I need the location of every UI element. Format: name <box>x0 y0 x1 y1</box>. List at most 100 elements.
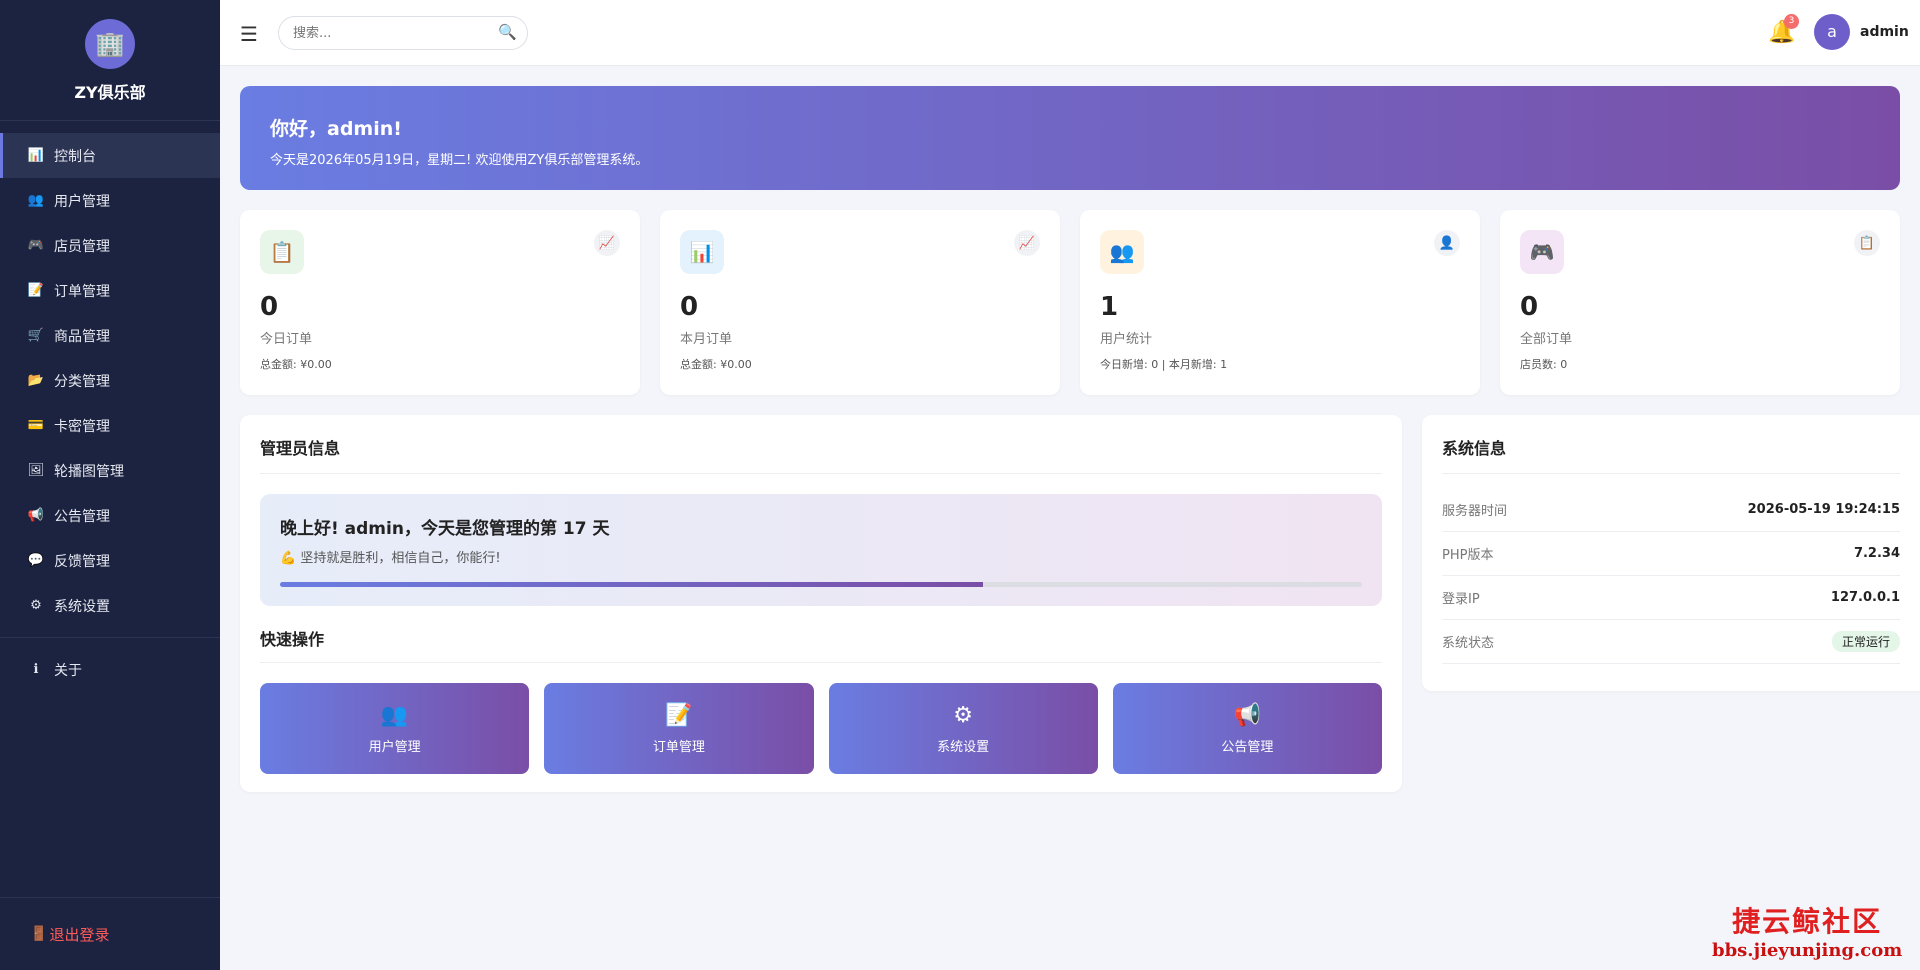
chart-icon: 📊 <box>27 148 45 163</box>
quick-actions-title: 快速操作 <box>260 626 1382 663</box>
greeting-card: 晚上好! admin，今天是您管理的第 17 天 💪 坚持就是胜利，相信自己，你… <box>260 494 1382 606</box>
gamepad-icon: 🎮 <box>1520 230 1564 274</box>
welcome-title: 你好，admin! <box>270 118 402 140</box>
status-badge: 正常运行 <box>1831 631 1900 652</box>
users-icon: 👥 <box>27 193 45 208</box>
sidebar-item-feedback[interactable]: 💬 反馈管理 <box>0 538 220 583</box>
sidebar-item-label: 反馈管理 <box>54 553 110 570</box>
brand-name: ZY俱乐部 <box>74 83 146 102</box>
door-icon: 🚪 <box>30 926 48 942</box>
stat-value: 1 <box>1100 292 1119 322</box>
watermark-title: 捷云鲸社区 <box>1732 905 1883 938</box>
row-key: PHP版本 <box>1442 548 1494 563</box>
search-icon[interactable]: 🔍 <box>498 23 517 41</box>
sidebar-item-staff[interactable]: 🎮 店员管理 <box>0 223 220 268</box>
bar-chart-icon: 📊 <box>680 230 724 274</box>
stat-card-users: 👥 👤 1 用户统计 今日新增: 0 | 本月新增: 1 <box>1080 210 1480 395</box>
sidebar-item-products[interactable]: 🛒 商品管理 <box>0 313 220 358</box>
brand: 🏢 ZY俱乐部 <box>0 0 220 121</box>
system-info-list: 服务器时间 2026-05-19 19:24:15 PHP版本 7.2.34 登… <box>1442 488 1900 664</box>
sidebar-item-label: 关于 <box>54 662 82 679</box>
cart-icon: 🛒 <box>27 328 45 343</box>
system-row-server-time: 服务器时间 2026-05-19 19:24:15 <box>1442 488 1900 532</box>
quick-users-button[interactable]: 👥 用户管理 <box>260 683 530 774</box>
quick-actions: 👥 用户管理 📝 订单管理 ⚙ 系统设置 📢 公告管理 <box>260 683 1382 774</box>
sidebar-item-users[interactable]: 👥 用户管理 <box>0 178 220 223</box>
quick-action-label: 用户管理 <box>368 739 421 755</box>
username[interactable]: admin <box>1860 24 1909 40</box>
memo-icon: 📝 <box>665 702 693 728</box>
progress-bar <box>280 582 1362 587</box>
sidebar: 🏢 ZY俱乐部 📊 控制台 👥 用户管理 🎮 店员管理 📝 订单管理 🛒 商品管… <box>0 0 220 970</box>
stat-label: 用户统计 <box>1100 332 1153 347</box>
sidebar-item-categories[interactable]: 📂 分类管理 <box>0 358 220 403</box>
welcome-banner: 你好，admin! 今天是2026年05月19日，星期二! 欢迎使用ZY俱乐部管… <box>240 86 1900 190</box>
sidebar-item-settings[interactable]: ⚙ 系统设置 <box>0 583 220 628</box>
sidebar-item-dashboard[interactable]: 📊 控制台 <box>0 133 220 178</box>
row-key: 服务器时间 <box>1442 504 1508 519</box>
picture-icon: 🖼 <box>27 463 45 478</box>
user-icon: 👤 <box>1434 230 1460 256</box>
stat-value: 0 <box>260 292 279 322</box>
quick-announcements-button[interactable]: 📢 公告管理 <box>1112 683 1382 774</box>
trend-up-icon: 📈 <box>1014 230 1040 256</box>
notification-badge: 3 <box>1784 14 1799 29</box>
sidebar-nav: 📊 控制台 👥 用户管理 🎮 店员管理 📝 订单管理 🛒 商品管理 📂 分类管理… <box>0 121 220 692</box>
trend-up-icon: 📈 <box>594 230 620 256</box>
row-key: 系统状态 <box>1442 636 1495 651</box>
memo-icon: 📝 <box>27 283 45 298</box>
quick-action-label: 公告管理 <box>1221 739 1274 755</box>
stat-card-all-orders: 🎮 📋 0 全部订单 店员数: 0 <box>1500 210 1900 395</box>
sidebar-item-orders[interactable]: 📝 订单管理 <box>0 268 220 313</box>
quick-orders-button[interactable]: 📝 订单管理 <box>544 683 814 774</box>
sidebar-item-label: 分类管理 <box>54 373 110 390</box>
sidebar-item-label: 轮播图管理 <box>54 463 124 480</box>
progress-fill <box>280 582 984 587</box>
stat-value: 0 <box>680 292 699 322</box>
stat-subtext: 总金额: ¥0.00 <box>260 358 332 371</box>
motto: 💪 坚持就是胜利，相信自己，你能行! <box>280 547 1362 566</box>
sidebar-item-about[interactable]: ℹ 关于 <box>0 647 220 692</box>
info-icon: ℹ <box>33 662 39 677</box>
topbar: ☰ 🔍 🔔 3 a admin <box>220 0 1920 66</box>
menu-toggle-icon[interactable]: ☰ <box>240 22 258 46</box>
logout-button[interactable]: 🚪 退出登录 <box>0 897 220 970</box>
stat-card-month-orders: 📊 📈 0 本月订单 总金额: ¥0.00 <box>660 210 1060 395</box>
stat-subtext: 今日新增: 0 | 本月新增: 1 <box>1100 358 1228 371</box>
quick-action-label: 订单管理 <box>652 739 705 755</box>
megaphone-icon: 📢 <box>1233 702 1262 728</box>
sidebar-item-label: 店员管理 <box>54 238 110 255</box>
row-key: 登录IP <box>1442 592 1480 607</box>
row-value: 2026-05-19 19:24:15 <box>1747 502 1900 517</box>
stat-label: 今日订单 <box>260 332 313 347</box>
gamepad-icon: 🎮 <box>27 238 45 253</box>
sidebar-item-announcements[interactable]: 📢 公告管理 <box>0 493 220 538</box>
system-info-panel: 系统信息 服务器时间 2026-05-19 19:24:15 PHP版本 7.2… <box>1422 415 1920 691</box>
stat-value: 0 <box>1520 292 1539 322</box>
panel-title: 管理员信息 <box>260 435 1382 474</box>
stat-label: 全部订单 <box>1520 332 1573 347</box>
credit-card-icon: 💳 <box>27 418 45 433</box>
clipboard-icon: 📋 <box>260 230 304 274</box>
flexed-arm-icon: 💪 <box>280 551 297 566</box>
motto-text: 坚持就是胜利，相信自己，你能行! <box>300 551 501 566</box>
gear-icon: ⚙ <box>30 598 42 613</box>
sidebar-item-carousel[interactable]: 🖼 轮播图管理 <box>0 448 220 493</box>
stat-card-today-orders: 📋 📈 0 今日订单 总金额: ¥0.00 <box>240 210 640 395</box>
search-input[interactable] <box>279 17 479 49</box>
watermark-url: bbs.jieyunjing.com <box>1712 940 1903 961</box>
sidebar-item-label: 系统设置 <box>54 598 110 615</box>
sidebar-item-label: 公告管理 <box>54 508 110 525</box>
users-icon: 👥 <box>1100 230 1144 274</box>
gear-icon: ⚙ <box>953 702 973 728</box>
sidebar-item-cards[interactable]: 💳 卡密管理 <box>0 403 220 448</box>
stat-label: 本月订单 <box>680 332 733 347</box>
sidebar-item-label: 控制台 <box>54 148 96 165</box>
avatar[interactable]: a <box>1814 14 1850 50</box>
system-row-login-ip: 登录IP 127.0.0.1 <box>1442 576 1900 620</box>
sidebar-item-label: 订单管理 <box>54 283 110 300</box>
speech-bubble-icon: 💬 <box>27 553 45 568</box>
divider <box>0 637 220 638</box>
quick-settings-button[interactable]: ⚙ 系统设置 <box>828 683 1098 774</box>
logout-label: 退出登录 <box>49 925 110 944</box>
